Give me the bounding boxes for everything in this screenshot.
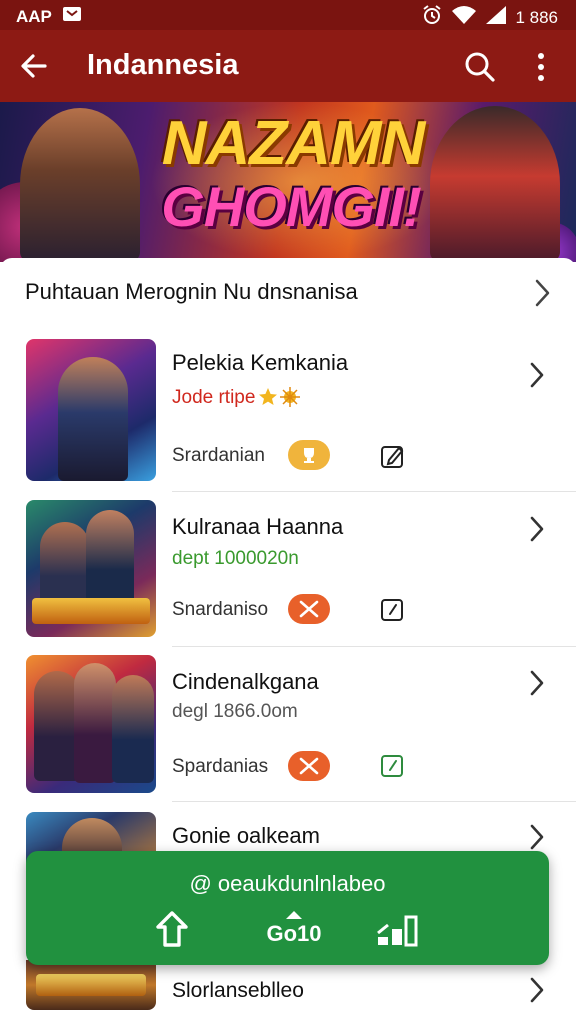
chevron-right-icon: [535, 279, 550, 307]
status-bar: AAP 1 886: [0, 0, 576, 30]
item-chevron[interactable]: [527, 515, 547, 548]
back-button[interactable]: [18, 50, 50, 82]
item-title[interactable]: Pelekia Kemkania: [172, 350, 348, 376]
message-icon: [62, 5, 82, 28]
edit-icon: [381, 755, 403, 777]
item-thumbnail[interactable]: [26, 655, 156, 793]
item-title[interactable]: Slorlanseblleo: [172, 979, 304, 1003]
list-divider: [172, 646, 576, 647]
item-subtitle: degl 1866.0om: [172, 701, 298, 722]
item-title[interactable]: Kulranaa Haanna: [172, 514, 343, 540]
chevron-right-icon: [530, 977, 544, 1003]
more-vertical-icon: [538, 53, 544, 81]
arrow-left-icon: [21, 54, 47, 78]
go-button-label: Go10: [266, 921, 322, 946]
edit-icon: [381, 599, 403, 621]
item-meta: Srardanian: [172, 445, 265, 466]
star-icon: [258, 386, 300, 413]
item-chevron[interactable]: [527, 669, 547, 702]
carrier-label: AAP: [16, 6, 52, 26]
hero-right-figure: [430, 106, 560, 262]
item-subtitle: dept 1000020n: [172, 548, 299, 569]
section-chevron[interactable]: [531, 278, 553, 313]
status-badge[interactable]: [288, 594, 330, 624]
chevron-right-icon: [530, 824, 544, 850]
status-badge[interactable]: [288, 751, 330, 781]
list-divider: [172, 801, 576, 802]
item-title[interactable]: Gonie oalkeam: [172, 823, 320, 849]
signal-strength-button[interactable]: [374, 909, 422, 949]
caret-up-icon: [286, 911, 302, 919]
search-button[interactable]: [463, 50, 497, 84]
item-subtitle: Jode rtipe: [172, 387, 256, 408]
app-bar: Indannesia: [0, 30, 576, 102]
thumbnail-figure: [58, 357, 128, 481]
crossed-swords-icon: [299, 600, 319, 618]
item-thumbnail[interactable]: [26, 339, 156, 481]
promo-banner[interactable]: NAZAMN GHOMGII!: [0, 102, 576, 262]
alarm-icon: [421, 5, 443, 30]
go-button[interactable]: Go10: [244, 909, 344, 949]
wifi-icon: [451, 5, 477, 30]
item-chevron[interactable]: [527, 361, 547, 394]
signal-icon: [485, 5, 507, 30]
signal-bars-icon: [377, 915, 418, 947]
section-header[interactable]: Puhtauan Merognin Nu dnsnanisa: [25, 279, 358, 305]
crossed-swords-icon: [299, 757, 319, 775]
item-title[interactable]: Cindenalkgana: [172, 669, 319, 695]
thumbnail-caption-bar: [36, 974, 146, 996]
edit-icon: [381, 446, 404, 468]
hero-left-figure: [20, 108, 140, 262]
chevron-right-icon: [530, 362, 544, 388]
snackbar: @ oeaukdunlnlabeo Go10: [26, 851, 549, 965]
chevron-right-icon: [530, 670, 544, 696]
clock-time: 1 886: [515, 7, 558, 27]
thumbnail-figure: [86, 510, 134, 610]
more-options-button[interactable]: [524, 50, 558, 84]
list-divider: [172, 491, 576, 492]
trophy-icon: [304, 448, 314, 463]
item-meta: Snardaniso: [172, 599, 269, 620]
search-icon: [465, 52, 495, 82]
thumbnail-figure: [74, 663, 116, 783]
thumbnail-caption-bar: [32, 598, 150, 624]
edit-button[interactable]: [380, 443, 406, 469]
page-title: Indannesia: [87, 49, 239, 81]
chevron-right-icon: [530, 516, 544, 542]
banner-title-line1: NAZAMN: [161, 109, 426, 178]
upload-arrow-icon: [156, 911, 188, 947]
banner-title-line2: GHOMGII!: [161, 175, 422, 238]
item-thumbnail[interactable]: [26, 960, 156, 1010]
upload-button[interactable]: [154, 909, 190, 949]
item-thumbnail[interactable]: [26, 500, 156, 637]
item-chevron[interactable]: [527, 976, 547, 1009]
status-badge[interactable]: [288, 440, 330, 470]
edit-button[interactable]: [380, 597, 406, 623]
snackbar-message: @ oeaukdunlnlabeo: [189, 871, 386, 896]
item-meta: Spardanias: [172, 756, 269, 777]
edit-button[interactable]: [380, 753, 406, 779]
thumbnail-figure: [112, 675, 154, 783]
